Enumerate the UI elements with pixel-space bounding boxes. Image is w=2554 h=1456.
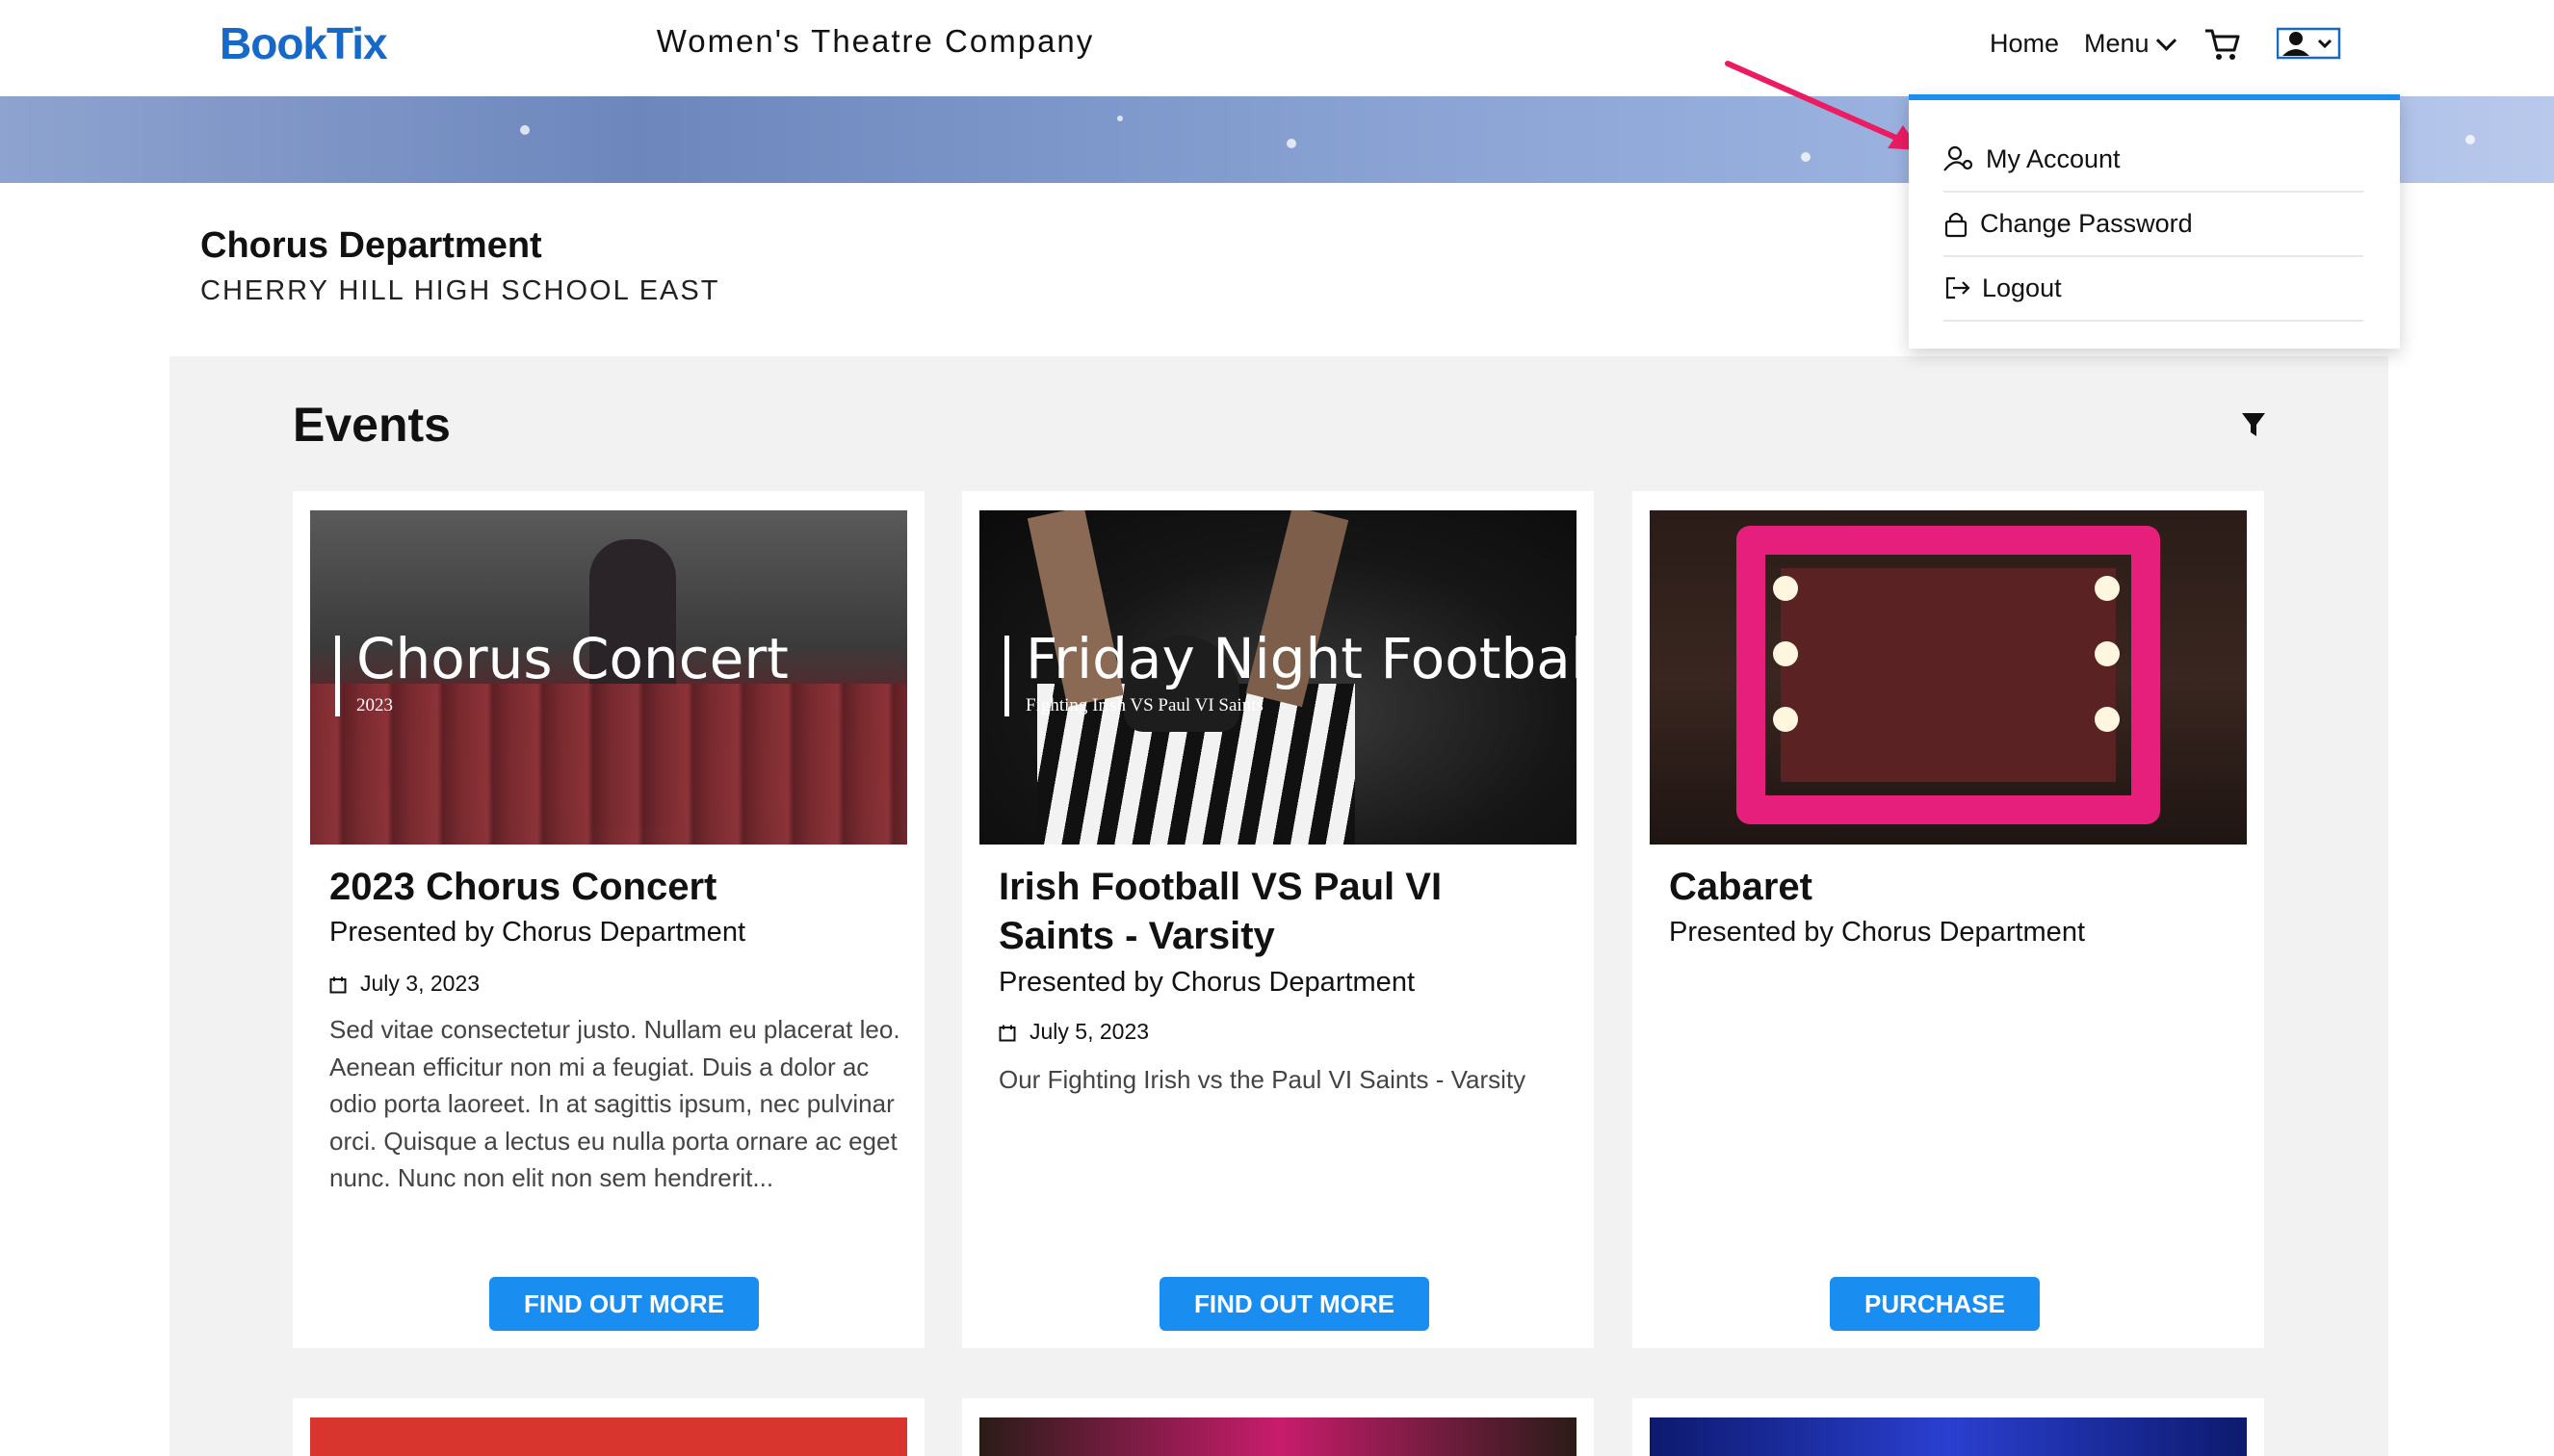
dropdown-item-change-password[interactable]: Change Password	[1943, 192, 2363, 257]
annotation-arrow	[1725, 61, 1920, 150]
image-subtitle: Fighting Irish VS Paul VI Saints	[1026, 695, 1264, 715]
mirror-bulb	[1773, 707, 1798, 732]
org-title-text: Women's Theatre Company	[656, 23, 1095, 59]
mirror	[1781, 568, 2116, 782]
mirror-bulb	[1773, 576, 1798, 601]
user-settings-icon	[1943, 145, 1973, 171]
event-title[interactable]: 2023 Chorus Concert	[329, 863, 898, 912]
event-presenter: Presented by Chorus Department	[329, 917, 745, 948]
cart-icon[interactable]	[2203, 27, 2242, 62]
chevron-down-icon	[2155, 30, 2176, 51]
event-date-text: July 5, 2023	[1029, 1019, 1150, 1044]
nav-home-link[interactable]: Home	[1990, 29, 2059, 59]
calendar-icon	[999, 1025, 1016, 1042]
image-title-bar	[335, 636, 340, 716]
event-date: July 5, 2023	[999, 1019, 1149, 1045]
event-card	[962, 1398, 1594, 1456]
event-date: July 3, 2023	[329, 971, 480, 997]
banner-sparkle	[520, 125, 530, 135]
event-date-text: July 3, 2023	[360, 971, 481, 996]
purchase-button[interactable]: PURCHASE	[1830, 1277, 2040, 1331]
lock-icon	[1944, 212, 1968, 238]
event-title[interactable]: Cabaret	[1669, 863, 2237, 912]
department-name: Chorus Department	[200, 225, 542, 266]
choir-figures	[310, 684, 907, 845]
dropdown-item-my-account[interactable]: My Account	[1943, 127, 2363, 193]
dropdown-item-label: My Account	[1986, 144, 2121, 173]
event-card: Cabaret Presented by Chorus Department P…	[1632, 491, 2264, 1348]
dropdown-item-logout[interactable]: Logout	[1943, 256, 2363, 322]
nav-menu-dropdown[interactable]: Menu	[2084, 29, 2176, 59]
find-out-more-button[interactable]: FIND OUT MORE	[1160, 1277, 1429, 1331]
event-card: Friday Night Football Fighting Irish VS …	[962, 491, 1594, 1348]
mirror-bulb	[1773, 641, 1798, 666]
event-image[interactable]	[310, 1417, 907, 1456]
event-card	[293, 1398, 925, 1456]
event-description: Sed vitae consectetur justo. Nullam eu p…	[329, 1015, 900, 1192]
mirror-bulb	[2095, 641, 2120, 666]
image-title: Chorus Concert	[356, 626, 789, 691]
image-title: Friday Night Football	[1026, 626, 1577, 691]
image-title-bar	[1004, 636, 1009, 716]
event-image[interactable]	[1650, 510, 2247, 845]
dropdown-item-label: Logout	[1982, 273, 2062, 302]
event-card	[1632, 1398, 2264, 1456]
mirror-bulb	[2095, 707, 2120, 732]
event-image[interactable]	[979, 1417, 1577, 1456]
user-account-icon[interactable]	[2277, 27, 2342, 60]
dropdown-item-label: Change Password	[1980, 209, 2193, 238]
nav-menu-label: Menu	[2084, 29, 2150, 58]
calendar-icon	[329, 976, 347, 994]
banner-sparkle	[2465, 135, 2475, 144]
user-dropdown-menu: My Account Change Password Logout	[1909, 94, 2400, 349]
event-card: Chorus Concert 2023 2023 Chorus Concert …	[293, 491, 925, 1348]
department-school: CHERRY HILL HIGH SCHOOL EAST	[200, 275, 720, 306]
events-heading: Events	[293, 398, 451, 452]
banner-sparkle	[1287, 139, 1296, 148]
mirror-bulb	[2095, 576, 2120, 601]
event-title[interactable]: Irish Football VS Paul VI Saints - Varsi…	[999, 863, 1567, 961]
top-nav-bar: BookTix Women's Theatre Company Home Men…	[0, 0, 2554, 96]
event-image[interactable]: Chorus Concert 2023	[310, 510, 907, 845]
logout-icon	[1945, 276, 1970, 299]
event-image[interactable]	[1650, 1417, 2247, 1456]
event-description: Our Fighting Irish vs the Paul VI Saints…	[999, 1065, 1526, 1094]
find-out-more-button[interactable]: FIND OUT MORE	[489, 1277, 759, 1331]
filter-icon[interactable]	[2240, 410, 2267, 439]
event-image[interactable]: Friday Night Football Fighting Irish VS …	[979, 510, 1577, 845]
event-presenter: Presented by Chorus Department	[999, 967, 1415, 998]
event-presenter: Presented by Chorus Department	[1669, 917, 2085, 948]
image-subtitle: 2023	[356, 695, 393, 715]
banner-sparkle	[1117, 116, 1123, 121]
